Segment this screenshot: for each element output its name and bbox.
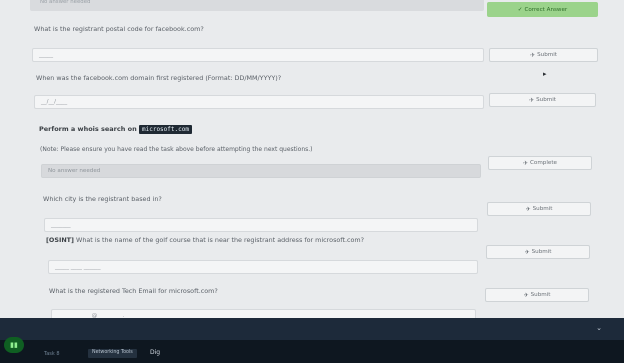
- submit-label: Submit: [537, 52, 557, 58]
- correct-answer-label: Correct Answer: [524, 6, 568, 13]
- question-5-text: What is the registered Tech Email for mi…: [49, 287, 218, 295]
- send-icon: ✈: [523, 159, 529, 167]
- question-2-submit-button[interactable]: ✈ Submit: [489, 93, 596, 107]
- question-4-input[interactable]: _____ ____ ______: [48, 260, 478, 274]
- instruction-text: Perform a whois search on: [39, 125, 137, 133]
- question-1-input[interactable]: _____: [32, 48, 484, 62]
- task-title: Dig: [150, 349, 161, 356]
- no-answer-input: No answer needed: [41, 164, 481, 178]
- submit-label: Submit: [530, 292, 551, 298]
- note-text: (Note: Please ensure you have read the t…: [40, 146, 313, 153]
- chevron-down-icon[interactable]: ⌄: [596, 324, 602, 332]
- question-1-submit-button[interactable]: ✈ Submit: [489, 48, 598, 62]
- previous-answer-input: No answer needed: [30, 0, 484, 11]
- question-1-text: What is the registrant postal code for f…: [34, 25, 204, 33]
- domain-code: microsoft.com: [139, 125, 192, 134]
- question-3-input[interactable]: _______: [44, 218, 478, 232]
- question-4-submit-button[interactable]: ✈ Submit: [486, 245, 590, 259]
- room-badge: Networking Tools: [88, 349, 137, 358]
- submit-label: Submit: [531, 249, 552, 255]
- complete-button[interactable]: ✈ Complete: [488, 156, 592, 170]
- task-collapse-bar[interactable]: ⌄: [0, 318, 624, 340]
- chat-icon[interactable]: ▮▮: [4, 337, 24, 353]
- complete-label: Complete: [530, 160, 557, 166]
- send-icon: ✈: [529, 96, 535, 104]
- whois-instruction: Perform a whois search on microsoft.com: [39, 125, 192, 134]
- question-4-label: What is the name of the golf course that…: [73, 236, 365, 244]
- question-4-text: [OSINT] What is the name of the golf cou…: [46, 236, 364, 244]
- submit-label: Submit: [536, 97, 556, 103]
- send-icon: ✈: [525, 205, 531, 213]
- question-2-input[interactable]: __/__/____: [34, 95, 484, 109]
- send-icon: ✈: [530, 51, 536, 59]
- send-icon: ✈: [523, 291, 529, 299]
- mouse-cursor-icon: ▸: [543, 70, 547, 78]
- task-number: Task 8: [44, 351, 60, 357]
- submit-label: Submit: [532, 206, 553, 212]
- check-icon: ✓: [517, 6, 523, 13]
- correct-answer-button[interactable]: ✓ Correct Answer: [487, 2, 598, 17]
- question-3-text: Which city is the registrant based in?: [43, 195, 162, 203]
- osint-tag: [OSINT]: [46, 236, 74, 244]
- question-5-submit-button[interactable]: ✈ Submit: [485, 288, 589, 302]
- send-icon: ✈: [524, 248, 530, 256]
- question-2-text: When was the facebook.com domain first r…: [36, 74, 282, 82]
- question-3-submit-button[interactable]: ✈ Submit: [487, 202, 591, 216]
- page: No answer needed ✓ Correct Answer What i…: [0, 0, 624, 363]
